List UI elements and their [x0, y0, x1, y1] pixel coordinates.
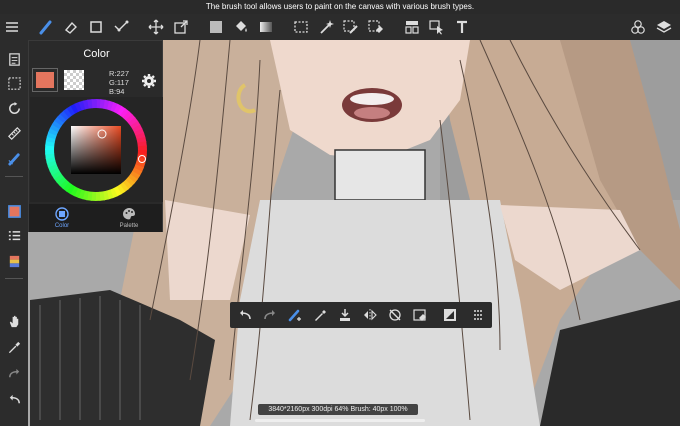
tab-color[interactable]: Color — [29, 204, 95, 232]
menu-icon[interactable] — [2, 17, 22, 37]
text-icon[interactable] — [452, 17, 472, 37]
hand-icon[interactable] — [4, 311, 24, 331]
redo-icon[interactable] — [4, 363, 24, 383]
hue-segment — [91, 99, 97, 109]
flip-icon[interactable] — [361, 306, 379, 324]
gradient-icon[interactable] — [256, 17, 276, 37]
left-toolbar — [0, 40, 28, 426]
brush-settings-icon[interactable] — [4, 148, 24, 168]
sub-color-swatch[interactable] — [64, 70, 84, 90]
more-icon[interactable] — [469, 306, 487, 324]
main-color-fill — [36, 72, 54, 88]
home-indicator — [255, 419, 425, 422]
pages-icon[interactable] — [4, 49, 24, 69]
tool-tip-bar: The brush tool allows users to paint on … — [0, 0, 680, 14]
rgb-readout: R:227 G:117 B:94 — [109, 69, 129, 96]
select-arrow-icon[interactable] — [427, 17, 447, 37]
color-icon[interactable] — [4, 201, 24, 221]
blue-value: B:94 — [109, 87, 125, 96]
canvas-status: 3840*2160px 300dpi 64% Brush: 40px 100% — [258, 404, 418, 415]
clear-icon[interactable] — [411, 306, 429, 324]
layer-list-icon[interactable] — [4, 226, 24, 246]
undo-icon[interactable] — [4, 389, 24, 409]
main-color-swatch[interactable] — [32, 68, 58, 92]
gear-icon[interactable] — [141, 73, 157, 89]
tab-palette[interactable]: Palette — [96, 204, 162, 232]
selection-icon[interactable] — [4, 73, 24, 93]
rotate-icon[interactable] — [4, 98, 24, 118]
select-eraser-icon[interactable] — [366, 17, 386, 37]
top-toolbar — [0, 14, 680, 40]
bucket-icon[interactable] — [231, 17, 251, 37]
undo-icon[interactable] — [236, 306, 254, 324]
color-panel: Color R:227 G:117 B:94 Color Palette — [28, 40, 163, 232]
eyedropper-icon[interactable] — [311, 306, 329, 324]
green-value: G:117 — [109, 78, 129, 87]
toolbar-divider — [5, 176, 23, 177]
select-pen-icon[interactable] — [341, 17, 361, 37]
layout-icon[interactable] — [402, 17, 422, 37]
ruler-icon[interactable] — [4, 123, 24, 143]
palette-icon — [123, 208, 135, 220]
fill-lines-icon[interactable] — [111, 17, 131, 37]
tab-palette-label: Palette — [119, 223, 139, 229]
color-swap-icon[interactable] — [441, 306, 459, 324]
redo-icon[interactable] — [261, 306, 279, 324]
eraser-icon[interactable] — [61, 17, 81, 37]
color-circle-icon — [55, 207, 69, 221]
snap-off-icon[interactable] — [386, 306, 404, 324]
quick-toolbar — [230, 302, 492, 328]
red-value: R:227 — [109, 69, 130, 78]
magic-wand-icon[interactable] — [316, 17, 336, 37]
shape-rect-icon[interactable] — [86, 17, 106, 37]
transform-icon[interactable] — [171, 17, 191, 37]
material-icon[interactable] — [4, 251, 24, 271]
eyedropper-icon[interactable] — [4, 337, 24, 357]
materials-icon[interactable] — [628, 17, 648, 37]
layers-icon[interactable] — [654, 17, 674, 37]
save-icon[interactable] — [336, 306, 354, 324]
brush-icon[interactable] — [36, 17, 56, 37]
toolbar-divider — [5, 278, 23, 279]
move-icon[interactable] — [146, 17, 166, 37]
color-wheel[interactable] — [30, 97, 163, 202]
brush-settings-icon[interactable] — [286, 306, 304, 324]
panel-tabs: Color Palette — [29, 204, 162, 232]
select-rect-icon[interactable] — [291, 17, 311, 37]
fill-color-icon[interactable] — [206, 17, 226, 37]
tab-color-label: Color — [54, 223, 70, 229]
color-wheel-area — [30, 97, 163, 202]
app-root: The brush tool allows users to paint on … — [0, 0, 680, 426]
panel-title: Color — [83, 48, 110, 60]
